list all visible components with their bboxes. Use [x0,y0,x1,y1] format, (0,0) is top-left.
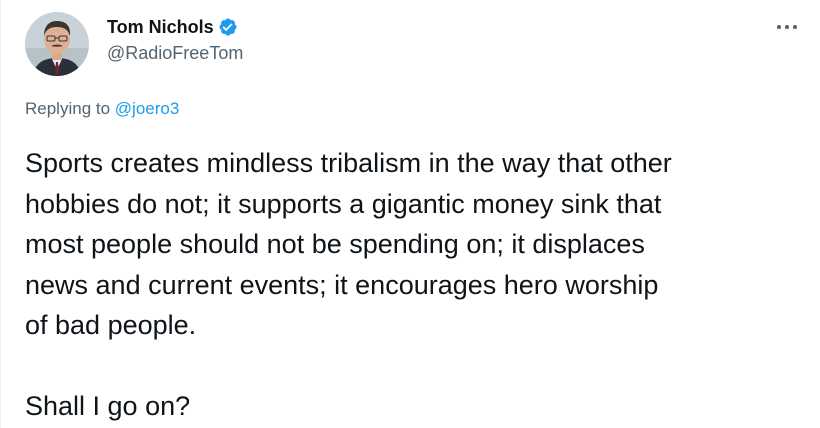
avatar[interactable] [25,12,89,76]
tweet-text-line: news and current events; it encourages h… [25,269,659,300]
verified-badge-icon [218,17,238,37]
tweet-text-line [25,346,805,387]
more-options-button[interactable] [772,12,802,42]
tweet-text-line: of bad people. [25,310,197,340]
tweet-text-line: Sports creates mindless tribalism in the… [25,148,672,178]
replying-to-label: Replying to [25,99,111,118]
tweet-card: Tom Nichols @RadioFreeTom Replying to @j… [0,0,820,428]
replying-to-handle-link[interactable]: @joero3 [115,99,180,118]
author-name-row: Tom Nichols [107,15,243,39]
tweet-text-line: Shall I go on? [25,391,191,421]
replying-to-line: Replying to @joero3 [25,99,179,119]
avatar-image [25,12,89,76]
author-display-name[interactable]: Tom Nichols [107,17,214,38]
author-handle[interactable]: @RadioFreeTom [107,43,243,64]
author-info: Tom Nichols @RadioFreeTom [107,15,243,64]
tweet-text: Sports creates mindless tribalism in the… [25,143,805,427]
tweet-text-line: hobbies do not; it supports a gigantic m… [25,188,662,219]
more-horizontal-icon [777,25,797,29]
tweet-text-line: most people should not be spending on; i… [25,229,645,259]
